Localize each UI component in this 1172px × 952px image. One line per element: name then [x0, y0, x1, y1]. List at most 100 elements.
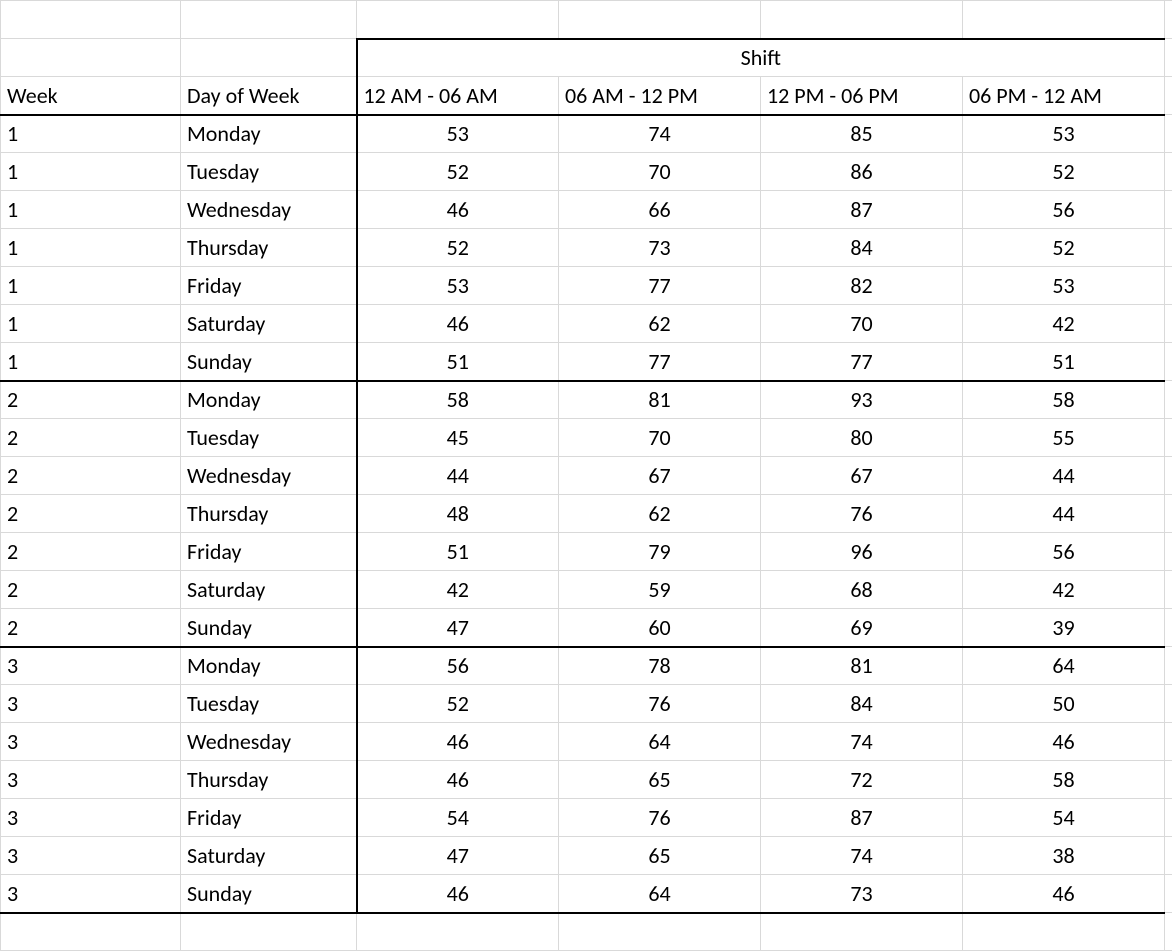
cell-shift2[interactable]: 79: [559, 533, 761, 571]
col-header-shift3[interactable]: 12 PM - 06 PM: [761, 77, 963, 115]
cell-shift1[interactable]: 56: [357, 647, 559, 685]
empty-cell[interactable]: [1165, 799, 1172, 837]
cell-shift4[interactable]: 53: [963, 267, 1165, 305]
cell-shift4[interactable]: 44: [963, 457, 1165, 495]
cell-shift1[interactable]: 46: [357, 761, 559, 799]
cell-day[interactable]: Sunday: [181, 609, 357, 647]
empty-cell[interactable]: [1165, 837, 1172, 875]
empty-cell[interactable]: [1165, 229, 1172, 267]
empty-cell[interactable]: [1165, 685, 1172, 723]
cell-week[interactable]: 1: [1, 153, 181, 191]
cell-day[interactable]: Monday: [181, 647, 357, 685]
cell-shift1[interactable]: 42: [357, 571, 559, 609]
cell-shift3[interactable]: 84: [761, 685, 963, 723]
empty-cell[interactable]: [1, 913, 181, 951]
cell-shift3[interactable]: 69: [761, 609, 963, 647]
empty-cell[interactable]: [1165, 533, 1172, 571]
cell-shift2[interactable]: 76: [559, 799, 761, 837]
empty-cell[interactable]: [1165, 875, 1172, 913]
cell-shift3[interactable]: 74: [761, 837, 963, 875]
cell-day[interactable]: Thursday: [181, 229, 357, 267]
col-header-shift2[interactable]: 06 AM - 12 PM: [559, 77, 761, 115]
cell-shift2[interactable]: 66: [559, 191, 761, 229]
cell-shift3[interactable]: 67: [761, 457, 963, 495]
cell-shift3[interactable]: 87: [761, 799, 963, 837]
cell-day[interactable]: Thursday: [181, 761, 357, 799]
empty-cell[interactable]: [963, 1, 1165, 39]
cell-shift2[interactable]: 70: [559, 153, 761, 191]
col-header-day[interactable]: Day of Week: [181, 77, 357, 115]
cell-shift1[interactable]: 54: [357, 799, 559, 837]
empty-cell[interactable]: [1165, 419, 1172, 457]
cell-shift2[interactable]: 62: [559, 305, 761, 343]
cell-day[interactable]: Wednesday: [181, 723, 357, 761]
cell-day[interactable]: Friday: [181, 267, 357, 305]
cell-shift4[interactable]: 51: [963, 343, 1165, 381]
empty-cell[interactable]: [1165, 77, 1172, 115]
cell-day[interactable]: Sunday: [181, 875, 357, 913]
cell-shift3[interactable]: 96: [761, 533, 963, 571]
empty-cell[interactable]: [1165, 761, 1172, 799]
cell-shift4[interactable]: 53: [963, 115, 1165, 153]
cell-shift1[interactable]: 46: [357, 191, 559, 229]
empty-cell[interactable]: [1165, 457, 1172, 495]
cell-day[interactable]: Saturday: [181, 305, 357, 343]
cell-week[interactable]: 3: [1, 761, 181, 799]
cell-shift3[interactable]: 80: [761, 419, 963, 457]
cell-shift2[interactable]: 76: [559, 685, 761, 723]
cell-day[interactable]: Saturday: [181, 571, 357, 609]
cell-week[interactable]: 1: [1, 115, 181, 153]
cell-day[interactable]: Tuesday: [181, 153, 357, 191]
empty-cell[interactable]: [1165, 267, 1172, 305]
empty-cell[interactable]: [1, 39, 181, 77]
cell-shift2[interactable]: 64: [559, 723, 761, 761]
cell-shift3[interactable]: 68: [761, 571, 963, 609]
cell-week[interactable]: 1: [1, 191, 181, 229]
empty-cell[interactable]: [1165, 115, 1172, 153]
cell-shift1[interactable]: 44: [357, 457, 559, 495]
cell-shift4[interactable]: 52: [963, 153, 1165, 191]
cell-shift2[interactable]: 59: [559, 571, 761, 609]
cell-shift1[interactable]: 52: [357, 685, 559, 723]
cell-shift1[interactable]: 47: [357, 837, 559, 875]
cell-shift3[interactable]: 93: [761, 381, 963, 419]
cell-shift1[interactable]: 45: [357, 419, 559, 457]
cell-shift4[interactable]: 54: [963, 799, 1165, 837]
cell-day[interactable]: Monday: [181, 381, 357, 419]
empty-cell[interactable]: [1165, 343, 1172, 381]
cell-week[interactable]: 3: [1, 685, 181, 723]
cell-shift4[interactable]: 55: [963, 419, 1165, 457]
empty-cell[interactable]: [357, 1, 559, 39]
col-header-shift1[interactable]: 12 AM - 06 AM: [357, 77, 559, 115]
cell-week[interactable]: 2: [1, 533, 181, 571]
empty-cell[interactable]: [559, 913, 761, 951]
empty-cell[interactable]: [1165, 647, 1172, 685]
empty-cell[interactable]: [1165, 39, 1172, 77]
cell-day[interactable]: Friday: [181, 799, 357, 837]
cell-week[interactable]: 2: [1, 381, 181, 419]
cell-shift1[interactable]: 53: [357, 267, 559, 305]
empty-cell[interactable]: [1165, 495, 1172, 533]
cell-shift2[interactable]: 62: [559, 495, 761, 533]
cell-shift4[interactable]: 52: [963, 229, 1165, 267]
cell-shift2[interactable]: 60: [559, 609, 761, 647]
cell-week[interactable]: 3: [1, 875, 181, 913]
cell-day[interactable]: Saturday: [181, 837, 357, 875]
cell-shift1[interactable]: 46: [357, 305, 559, 343]
cell-shift4[interactable]: 46: [963, 875, 1165, 913]
cell-week[interactable]: 1: [1, 267, 181, 305]
cell-week[interactable]: 2: [1, 571, 181, 609]
col-header-shift4[interactable]: 06 PM - 12 AM: [963, 77, 1165, 115]
cell-shift3[interactable]: 82: [761, 267, 963, 305]
cell-shift1[interactable]: 53: [357, 115, 559, 153]
cell-day[interactable]: Monday: [181, 115, 357, 153]
cell-week[interactable]: 2: [1, 609, 181, 647]
empty-cell[interactable]: [1165, 609, 1172, 647]
cell-week[interactable]: 3: [1, 799, 181, 837]
cell-week[interactable]: 2: [1, 419, 181, 457]
cell-shift2[interactable]: 73: [559, 229, 761, 267]
cell-shift2[interactable]: 65: [559, 761, 761, 799]
cell-shift4[interactable]: 46: [963, 723, 1165, 761]
cell-day[interactable]: Sunday: [181, 343, 357, 381]
cell-day[interactable]: Wednesday: [181, 457, 357, 495]
